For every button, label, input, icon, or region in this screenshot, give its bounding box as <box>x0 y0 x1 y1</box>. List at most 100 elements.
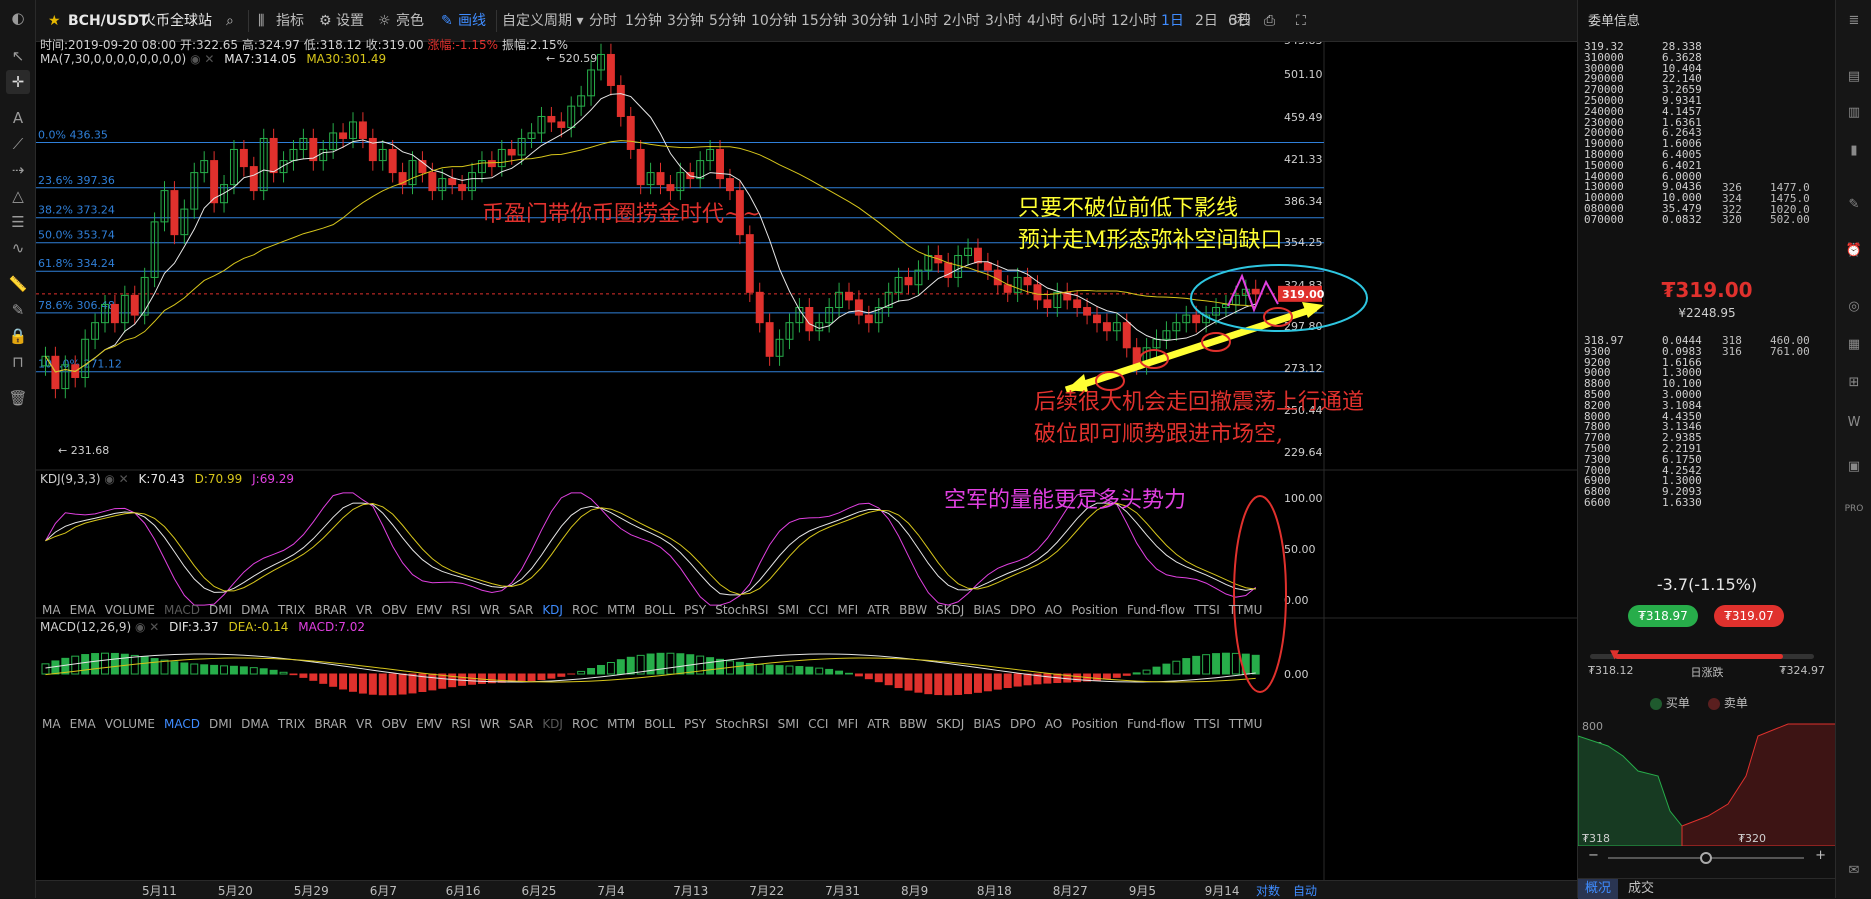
wave-tool-icon[interactable]: ∿ <box>6 236 30 260</box>
chart-canvas[interactable]: 0.0% 436.3523.6% 397.3638.2% 373.2450.0%… <box>36 42 1577 880</box>
indicator-tab-boll[interactable]: BOLL <box>644 717 675 731</box>
indicator-tab-cci[interactable]: CCI <box>808 717 828 731</box>
zoom-slider[interactable]: − + <box>1578 848 1836 868</box>
kdj-eye-icon[interactable]: ◉ ✕ <box>104 472 128 486</box>
indicator-tab-rsi[interactable]: RSI <box>451 603 471 617</box>
fullscreen-icon[interactable]: ⛶ <box>1296 0 1306 42</box>
indicator-tab-vr[interactable]: VR <box>356 717 373 731</box>
magnet-icon[interactable]: ⊓ <box>6 350 30 374</box>
indicator-tab-kdj[interactable]: KDJ <box>542 603 563 617</box>
indicator-tab-obv[interactable]: OBV <box>382 603 408 617</box>
fibonacci-tool-icon[interactable]: ☰ <box>6 210 30 234</box>
zoom-handle[interactable] <box>1700 852 1712 864</box>
indicator-tab-cci[interactable]: CCI <box>808 603 828 617</box>
indicator-tab-macd[interactable]: MACD <box>164 603 200 617</box>
indicator-tab-ttsi[interactable]: TTSI <box>1194 603 1220 617</box>
indicator-tab-bias[interactable]: BIAS <box>973 717 1001 731</box>
indicator-tab-fund-flow[interactable]: Fund-flow <box>1127 717 1185 731</box>
indicator-tab-ttmu[interactable]: TTMU <box>1229 603 1263 617</box>
eye-icon[interactable]: ◉ ✕ <box>190 52 214 66</box>
indicator-tab-dpo[interactable]: DPO <box>1010 603 1036 617</box>
edit-icon[interactable]: ✎ <box>1843 194 1865 216</box>
indicator-tab-smi[interactable]: SMI <box>778 717 800 731</box>
widget-icon[interactable]: ▣ <box>1843 456 1865 478</box>
indicator-tab-mtm[interactable]: MTM <box>607 717 635 731</box>
indicator-tab-wr[interactable]: WR <box>480 603 500 617</box>
period-0[interactable]: 分时 <box>589 0 617 42</box>
indicator-tab-sar[interactable]: SAR <box>509 603 533 617</box>
indicator-tab-stochrsi[interactable]: StochRSI <box>715 603 768 617</box>
indicator-tab-volume[interactable]: VOLUME <box>105 717 155 731</box>
indicator-tab-rsi[interactable]: RSI <box>451 717 471 731</box>
period-10[interactable]: 4小时 <box>1027 0 1064 42</box>
indicator-tab-dmi[interactable]: DMI <box>209 603 232 617</box>
depth-chart[interactable]: 800600400200₮318₮320 <box>1578 716 1836 846</box>
period-6[interactable]: 30分钟 <box>851 0 897 42</box>
indicator-tab-ma[interactable]: MA <box>42 603 61 617</box>
indicator-tab-skdj[interactable]: SKDJ <box>936 603 964 617</box>
tab-trades[interactable]: 成交 <box>1628 879 1654 899</box>
layout-icon[interactable]: ⊞ <box>1843 372 1865 394</box>
trade-list-icon[interactable]: ▤ <box>1843 66 1865 88</box>
indicator-tab-bbw[interactable]: BBW <box>899 717 927 731</box>
period-7[interactable]: 1小时 <box>901 0 938 42</box>
indicator-tab-ttmu[interactable]: TTMU <box>1229 717 1263 731</box>
ask-price-pill[interactable]: ₮319.07 <box>1714 605 1784 627</box>
log-scale-toggle[interactable]: 对数 <box>1256 882 1280 899</box>
indicator-tab-brar[interactable]: BRAR <box>314 717 347 731</box>
trash-icon[interactable]: 🗑 <box>6 386 30 410</box>
triangle-tool-icon[interactable]: △ <box>6 184 30 208</box>
text-tool-icon[interactable]: A <box>6 106 30 130</box>
lock-icon[interactable]: 🔒 <box>6 324 30 348</box>
orderbook-icon[interactable]: ≣ <box>1843 10 1865 32</box>
indicator-tab-obv[interactable]: OBV <box>382 717 408 731</box>
zoom-in-icon[interactable]: + <box>1815 848 1826 863</box>
cursor-arrow-icon[interactable]: ↖ <box>6 44 30 68</box>
camera-icon[interactable]: ⎙ <box>1264 0 1275 42</box>
indicator-tab-emv[interactable]: EMV <box>416 717 442 731</box>
depth-bars-icon[interactable]: ▮ <box>1843 140 1865 162</box>
alarm-icon[interactable]: ⏰ <box>1843 240 1865 262</box>
indicator-tab-boll[interactable]: BOLL <box>644 603 675 617</box>
indicator-tab-dpo[interactable]: DPO <box>1010 717 1036 731</box>
period-9[interactable]: 3小时 <box>985 0 1022 42</box>
indicator-tab-bias[interactable]: BIAS <box>973 603 1001 617</box>
period-5[interactable]: 15分钟 <box>801 0 847 42</box>
indicator-tab-wr[interactable]: WR <box>480 717 500 731</box>
indicator-tab-sar[interactable]: SAR <box>509 717 533 731</box>
indicator-tab-dma[interactable]: DMA <box>241 603 269 617</box>
indicator-tab-volume[interactable]: VOLUME <box>105 603 155 617</box>
period-3[interactable]: 5分钟 <box>709 0 746 42</box>
indicator-tab-ao[interactable]: AO <box>1045 603 1062 617</box>
indicator-tab-psy[interactable]: PSY <box>684 603 706 617</box>
bid-row[interactable]: 66001.6330 <box>1584 496 1824 509</box>
pro-icon[interactable]: PRO <box>1843 498 1865 520</box>
calculator-icon[interactable]: ▦ <box>1843 334 1865 356</box>
indicator-tab-fund-flow[interactable]: Fund-flow <box>1127 603 1185 617</box>
indicator-tab-roc[interactable]: ROC <box>572 603 598 617</box>
indicator-tab-trix[interactable]: TRIX <box>278 717 305 731</box>
indicator-tab-ema[interactable]: EMA <box>70 717 96 731</box>
indicator-tab-roc[interactable]: ROC <box>572 717 598 731</box>
indicator-tab-ttsi[interactable]: TTSI <box>1194 717 1220 731</box>
indicator-tab-trix[interactable]: TRIX <box>278 603 305 617</box>
notes-icon[interactable]: ▥ <box>1843 102 1865 124</box>
indicator-tab-ema[interactable]: EMA <box>70 603 96 617</box>
period-14[interactable]: 2日 <box>1195 0 1218 42</box>
indicator-tab-position[interactable]: Position <box>1071 603 1118 617</box>
indicator-tab-mfi[interactable]: MFI <box>837 603 858 617</box>
crosshair-icon[interactable]: ✛ <box>6 70 30 94</box>
macd-eye-icon[interactable]: ◉ ✕ <box>135 620 159 634</box>
indicator-tab-dma[interactable]: DMA <box>241 717 269 731</box>
indicator-tab-skdj[interactable]: SKDJ <box>936 717 964 731</box>
indicator-tab-psy[interactable]: PSY <box>684 717 706 731</box>
ruler-icon[interactable]: 📏 <box>6 272 30 296</box>
period-8[interactable]: 2小时 <box>943 0 980 42</box>
period-13[interactable]: 1日 <box>1161 0 1184 42</box>
chart-area[interactable]: 0.0% 436.3523.6% 397.3638.2% 373.2450.0%… <box>36 42 1577 880</box>
indicator-tab-ao[interactable]: AO <box>1045 717 1062 731</box>
line-tool-icon[interactable]: ⟋ <box>6 132 30 156</box>
indicator-tab-macd[interactable]: MACD <box>164 717 200 731</box>
chat-icon[interactable]: ✉ <box>1843 860 1865 882</box>
indicator-tab-bbw[interactable]: BBW <box>899 603 927 617</box>
